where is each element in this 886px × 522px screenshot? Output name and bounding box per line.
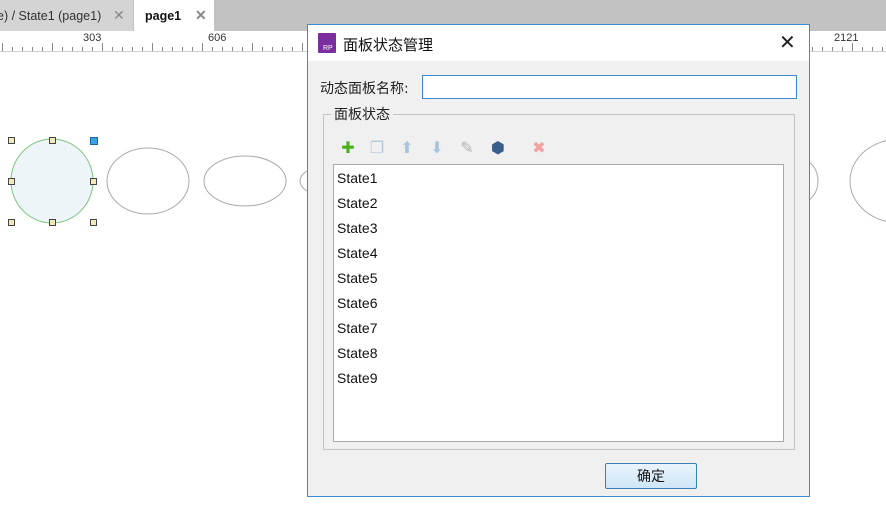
ruler-tick <box>232 47 233 51</box>
ruler-tick <box>202 43 203 51</box>
state-list-item[interactable]: State5 <box>337 270 377 286</box>
link-badge-icon[interactable] <box>90 137 98 145</box>
ruler-tick <box>252 43 253 51</box>
ruler-label: 606 <box>208 32 227 44</box>
ruler-tick <box>12 47 13 51</box>
resize-handle[interactable] <box>8 219 15 226</box>
state-list[interactable]: State1 State2 State3 State4 State5 State… <box>333 164 784 442</box>
ruler-tick <box>832 47 833 51</box>
ruler-tick <box>32 47 33 51</box>
tab-page1[interactable]: page1 ✕ <box>134 0 214 31</box>
dialog-title: 面板状态管理 <box>343 36 434 54</box>
ruler-tick <box>102 43 103 51</box>
edit-state-icon[interactable]: ✎ <box>458 138 476 157</box>
app-icon-label: RP <box>323 45 333 52</box>
move-down-icon[interactable]: ⬇ <box>428 138 446 157</box>
ruler-tick <box>132 47 133 51</box>
panel-name-label: 动态面板名称: <box>320 81 409 97</box>
ruler-tick <box>2 43 3 51</box>
ruler-tick <box>42 47 43 51</box>
tab-close-icon[interactable]: ✕ <box>195 7 207 24</box>
ruler-tick <box>282 47 283 51</box>
tab-label: e) / State1 (page1) <box>0 8 102 23</box>
ellipse-shape <box>203 155 287 207</box>
ruler-tick <box>812 47 813 51</box>
state-list-item[interactable]: State2 <box>337 195 377 211</box>
add-state-icon[interactable]: ✚ <box>339 138 357 157</box>
panel-name-input[interactable] <box>422 75 797 99</box>
ellipse-shape <box>106 147 190 215</box>
state-list-item[interactable]: State3 <box>337 220 377 236</box>
resize-handle[interactable] <box>90 219 97 226</box>
dialog-titlebar[interactable]: RP 面板状态管理 ✕ <box>308 25 809 61</box>
ruler-tick <box>152 43 153 51</box>
resize-handle[interactable] <box>8 137 15 144</box>
ruler-tick <box>842 47 843 51</box>
ruler-tick <box>882 47 883 51</box>
ruler-tick <box>122 47 123 51</box>
ruler-tick <box>272 47 273 51</box>
axure-app-icon: RP <box>318 33 336 53</box>
state-list-item[interactable]: State9 <box>337 370 377 386</box>
ruler-tick <box>52 43 53 51</box>
state-list-item[interactable]: State1 <box>337 170 377 186</box>
ruler-tick <box>862 47 863 51</box>
delete-state-icon[interactable]: ✖ <box>530 138 548 157</box>
resize-handle[interactable] <box>8 178 15 185</box>
state-list-item[interactable]: State4 <box>337 245 377 261</box>
resize-handle[interactable] <box>90 178 97 185</box>
ruler-tick <box>292 47 293 51</box>
ruler-tick <box>872 47 873 51</box>
panel-state-dialog: RP 面板状态管理 ✕ 动态面板名称: 面板状态 ✚ ❐ ⬆ ⬇ ✎ ⬢ ✖ S… <box>307 24 810 497</box>
resize-handle[interactable] <box>49 219 56 226</box>
ellipse-shape <box>849 140 886 222</box>
duplicate-state-icon[interactable]: ❐ <box>368 138 386 157</box>
ruler-label: 2121 <box>834 32 859 44</box>
tab-close-icon[interactable]: ✕ <box>113 7 125 24</box>
ruler-tick <box>212 47 213 51</box>
ruler-tick <box>142 47 143 51</box>
panel-states-label: 面板状态 <box>331 104 393 124</box>
ruler-tick <box>182 47 183 51</box>
ruler-tick <box>222 47 223 51</box>
ruler-tick <box>62 47 63 51</box>
ruler-tick <box>112 47 113 51</box>
ellipse-shape <box>10 138 94 224</box>
tab-label: page1 <box>145 8 182 23</box>
ruler-label: 303 <box>83 32 102 44</box>
ruler-tick <box>302 43 303 51</box>
edit-all-states-icon[interactable]: ⬢ <box>489 138 507 157</box>
state-list-item[interactable]: State6 <box>337 295 377 311</box>
state-list-item[interactable]: State8 <box>337 345 377 361</box>
ruler-tick <box>262 47 263 51</box>
ruler-tick <box>22 47 23 51</box>
state-list-item[interactable]: State7 <box>337 320 377 336</box>
move-up-icon[interactable]: ⬆ <box>398 138 416 157</box>
ruler-tick <box>92 47 93 51</box>
ruler-tick <box>822 47 823 51</box>
ruler-tick <box>82 47 83 51</box>
resize-handle[interactable] <box>49 137 56 144</box>
ruler-tick <box>172 47 173 51</box>
ruler-tick <box>242 47 243 51</box>
close-icon[interactable]: ✕ <box>779 32 796 52</box>
ruler-tick <box>72 47 73 51</box>
ruler-tick <box>192 47 193 51</box>
ok-button[interactable]: 确定 <box>605 463 697 489</box>
ruler-tick <box>852 43 853 51</box>
tab-state1-page1[interactable]: e) / State1 (page1) ✕ <box>0 0 133 31</box>
ruler-tick <box>162 47 163 51</box>
